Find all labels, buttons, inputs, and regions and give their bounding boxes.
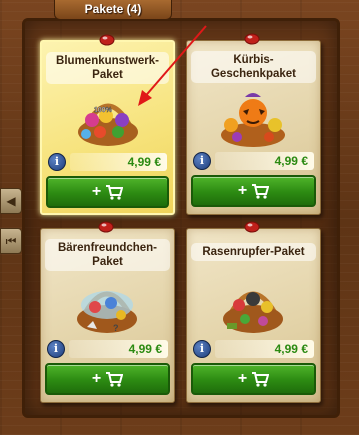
cart-icon [252,184,270,199]
tab-pakete[interactable]: Pakete (4) [54,0,172,20]
info-row: i 4,99 € [48,152,167,172]
pin-icon [244,33,260,45]
info-row: i 4,99 € [193,151,314,171]
package-title: Bärenfreundchen-Paket [45,239,170,271]
pin-icon [98,221,114,233]
plus-icon: + [237,182,248,199]
buy-button[interactable]: + [191,363,316,395]
price-label: 4,99 € [215,340,314,358]
cart-icon [106,185,124,200]
lawn-basket-image [223,291,283,333]
question-mark-icon: ? [113,323,119,333]
info-row: i 4,99 € [193,339,314,359]
prev-page-button[interactable]: ◀ [0,188,22,214]
info-icon[interactable]: i [48,153,66,171]
skip-first-icon: ⏮ [5,234,17,248]
cart-icon [252,372,270,387]
info-icon[interactable]: i [193,152,211,170]
bear-basket-image: ? [77,291,137,333]
info-row: i 4,99 € [47,339,168,359]
price-label: 4,99 € [69,340,168,358]
percent-badge: 100% [94,107,113,114]
buy-button[interactable]: + [46,176,169,208]
buy-button[interactable]: + [191,175,316,207]
package-card[interactable]: Rasenrupfer-Paket i 4,99 € + [186,221,321,403]
plus-icon: + [91,183,102,200]
buy-button[interactable]: + [45,363,170,395]
package-title: Rasenrupfer-Paket [191,243,316,261]
info-icon[interactable]: i [47,340,65,358]
package-card[interactable]: Bärenfreundchen-Paket ? i 4,99 € + [40,221,175,403]
plus-icon: + [91,370,102,387]
price-label: 4,99 € [70,153,167,171]
cart-icon [106,372,124,387]
annotation-arrow-icon [138,25,207,106]
pumpkin-basket-image [221,93,285,147]
pin-icon [99,34,115,46]
info-icon[interactable]: i [193,340,211,358]
pin-icon [244,221,260,233]
triangle-left-icon: ◀ [6,194,16,208]
plus-icon: + [237,370,248,387]
price-label: 4,99 € [215,152,314,170]
first-page-button[interactable]: ⏮ [0,228,22,254]
